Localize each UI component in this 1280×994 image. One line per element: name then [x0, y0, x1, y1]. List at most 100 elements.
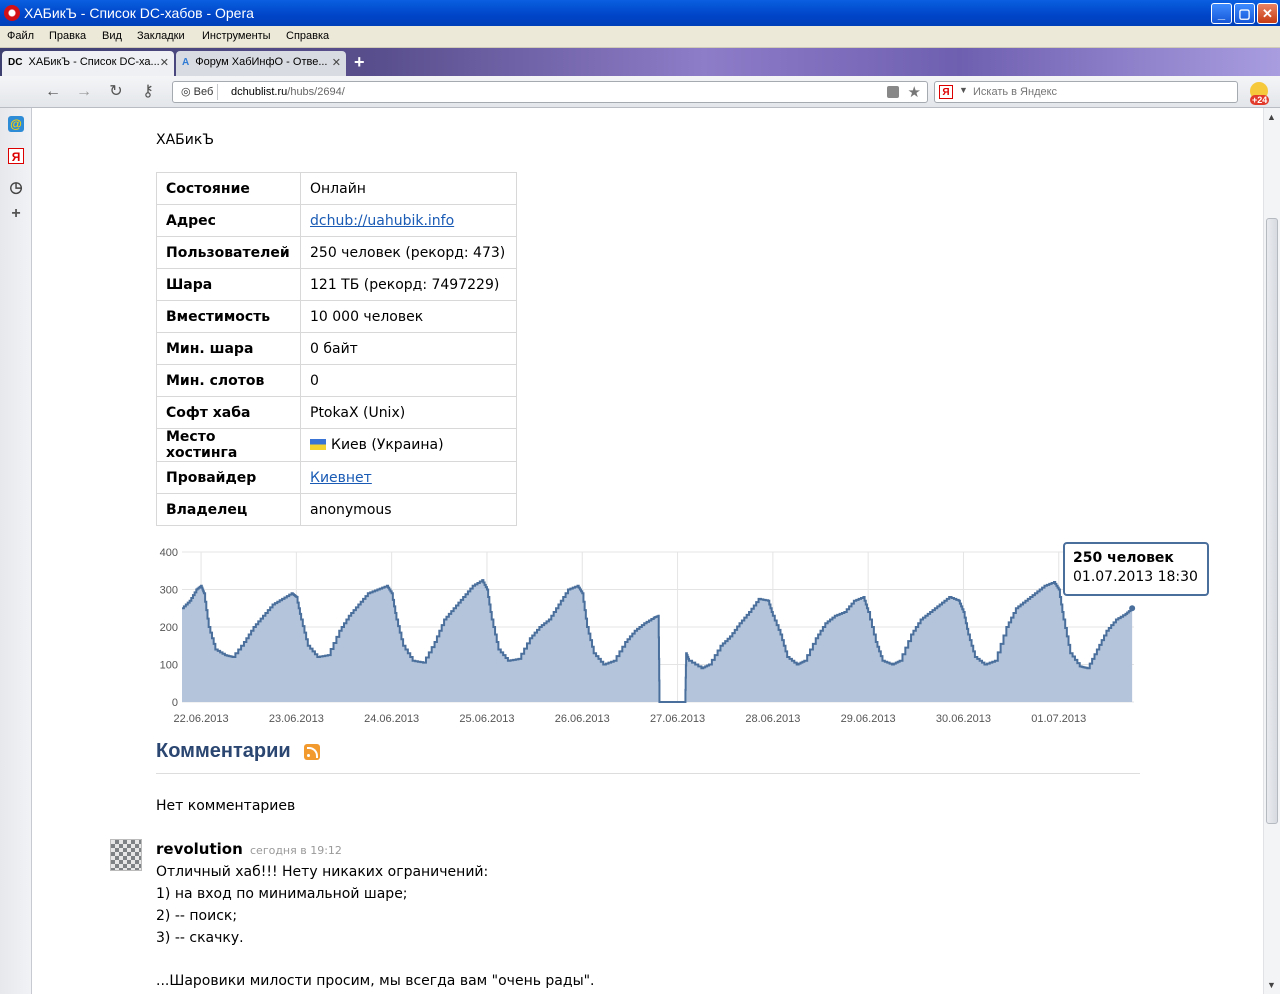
- table-row: Вместимость 10 000 человек: [156, 300, 517, 333]
- comment-line: 1) на вход по минимальной шаре;: [156, 886, 408, 902]
- title-bar: ХАБикЪ - Список DC-хабов - Opera _ ▢ ✕: [0, 0, 1280, 26]
- avatar[interactable]: [110, 839, 142, 871]
- comment-line: ...Шаровики милости просим, мы всегда ва…: [156, 973, 595, 989]
- tab-label: ХАБикЪ - Список DC-ха...: [28, 56, 160, 68]
- close-button[interactable]: ✕: [1257, 3, 1278, 24]
- comment-time: сегодня в 19:12: [250, 844, 342, 857]
- page-content: ХАБикЪ Состояние Онлайн Адрес dchub://uahu…: [33, 108, 1263, 994]
- y-tick-label: 200: [160, 622, 178, 634]
- weather-widget[interactable]: +24: [1248, 80, 1276, 108]
- comment-line: Отличный хаб!!! Нету никаких ограничений…: [156, 864, 489, 880]
- hub-name: ХАБикЪ: [156, 132, 214, 148]
- no-comments-text: Нет комментариев: [156, 798, 296, 814]
- info-value: anonymous: [300, 493, 517, 526]
- y-tick-label: 0: [172, 697, 178, 709]
- url-host: dchublist.ru: [231, 86, 288, 98]
- y-tick-label: 100: [160, 660, 178, 672]
- tab-close-icon[interactable]: ✕: [160, 56, 169, 69]
- table-row: Мин. шара 0 байт: [156, 332, 517, 365]
- table-row: Шара 121 ТБ (рекорд: 7497229): [156, 268, 517, 301]
- hosting-location: Киев (Украина): [331, 437, 444, 453]
- x-tick-label: 22.06.2013: [174, 713, 229, 725]
- comments-heading: Комментарии: [156, 740, 291, 762]
- tab-hubik[interactable]: DC ХАБикЪ - Список DC-ха... ✕: [2, 51, 174, 76]
- info-value: PtokaX (Unix): [300, 396, 517, 429]
- scroll-up-icon[interactable]: ▲: [1267, 112, 1276, 122]
- window-title: ХАБикЪ - Список DC-хабов - Opera: [24, 5, 254, 21]
- weather-temperature: +24: [1250, 95, 1270, 105]
- info-key: Провайдер: [156, 461, 301, 494]
- x-tick-label: 27.06.2013: [650, 713, 705, 725]
- comment-author[interactable]: revolution: [156, 840, 243, 858]
- x-tick-label: 28.06.2013: [745, 713, 800, 725]
- mail-icon[interactable]: @: [8, 116, 24, 132]
- info-key: Пользователей: [156, 236, 301, 269]
- info-value: 121 ТБ (рекорд: 7497229): [300, 268, 517, 301]
- minimize-button[interactable]: _: [1211, 3, 1232, 24]
- tab-forum[interactable]: A Форум ХабИнфО - Отве... ✕: [176, 51, 346, 76]
- menu-file[interactable]: Файл: [7, 30, 34, 42]
- series-area: [182, 580, 1133, 702]
- users-chart[interactable]: 0 100 200 300 400 22.06.2013 23.06.2013 24.06.2…: [146, 542, 1146, 725]
- info-value: 0 байт: [300, 332, 517, 365]
- yandex-panel-icon[interactable]: Я: [8, 148, 24, 164]
- provider-link[interactable]: Киевнет: [310, 470, 372, 486]
- search-input[interactable]: [973, 84, 1233, 100]
- table-row: Владелец anonymous: [156, 493, 517, 526]
- table-row: Софт хаба PtokaX (Unix): [156, 396, 517, 429]
- navigation-bar: ← → ↻ ⚷ ◎ Веб dchublist.ru/hubs/2694/ ★ …: [0, 76, 1280, 108]
- chevron-down-icon[interactable]: ▼: [959, 85, 968, 95]
- globe-icon: ◎: [181, 86, 191, 98]
- tab-bar: DC ХАБикЪ - Список DC-ха... ✕ A Форум Ха…: [0, 48, 1280, 76]
- menu-help[interactable]: Справка: [286, 30, 329, 42]
- comment-line: 3) -- скачку.: [156, 930, 244, 946]
- hub-info-table: Состояние Онлайн Адрес dchub://uahubik.inf…: [156, 172, 517, 526]
- table-row: Мин. слотов 0: [156, 364, 517, 397]
- key-icon[interactable]: ⚷: [137, 82, 159, 102]
- address-bar[interactable]: ◎ Веб dchublist.ru/hubs/2694/ ★: [172, 81, 928, 103]
- forward-arrow-icon[interactable]: →: [73, 82, 95, 102]
- comments-rss-icon[interactable]: [304, 744, 320, 760]
- info-value: 10 000 человек: [300, 300, 517, 333]
- new-tab-button[interactable]: +: [354, 52, 365, 73]
- scrollbar-thumb[interactable]: [1266, 218, 1278, 824]
- table-row: Адрес dchub://uahubik.info: [156, 204, 517, 237]
- ukraine-flag-icon: [310, 439, 326, 450]
- users-chart-svg[interactable]: 0 100 200 300 400 22.06.2013 23.06.2013 24.06.2…: [146, 542, 1146, 725]
- y-tick-label: 300: [160, 585, 178, 597]
- menu-bookmarks[interactable]: Закладки: [137, 30, 185, 42]
- back-arrow-icon[interactable]: ←: [42, 82, 64, 102]
- reload-icon[interactable]: ↻: [105, 82, 127, 102]
- x-tick-label: 26.06.2013: [555, 713, 610, 725]
- search-bar[interactable]: Я ▼: [934, 81, 1238, 103]
- opera-logo-icon: [4, 5, 20, 21]
- yandex-icon[interactable]: Я: [939, 85, 953, 99]
- bookmark-star-icon[interactable]: ★: [908, 83, 921, 101]
- chart-tooltip: 250 человек 01.07.2013 18:30: [1063, 542, 1209, 596]
- scroll-down-icon[interactable]: ▼: [1267, 980, 1276, 990]
- info-value-cell: dchub://uahubik.info: [300, 204, 517, 237]
- add-panel-icon[interactable]: +: [8, 206, 24, 222]
- rss-icon[interactable]: [887, 86, 899, 98]
- info-value-cell: Киев (Украина): [300, 428, 517, 462]
- info-key: Шара: [156, 268, 301, 301]
- info-key: Мин. слотов: [156, 364, 301, 397]
- info-key: Мин. шара: [156, 332, 301, 365]
- menu-tools[interactable]: Инструменты: [202, 30, 271, 42]
- tooltip-title: 250 человек: [1073, 550, 1174, 566]
- tab-close-icon[interactable]: ✕: [332, 56, 341, 69]
- maximize-button[interactable]: ▢: [1234, 3, 1255, 24]
- divider: [156, 773, 1140, 774]
- hub-address-link[interactable]: dchub://uahubik.info: [310, 213, 454, 229]
- info-key: Состояние: [156, 172, 301, 205]
- x-tick-label: 29.06.2013: [841, 713, 896, 725]
- menu-edit[interactable]: Правка: [49, 30, 86, 42]
- info-key: Адрес: [156, 204, 301, 237]
- info-key: Владелец: [156, 493, 301, 526]
- history-icon[interactable]: ◷: [8, 180, 24, 196]
- vertical-scrollbar[interactable]: ▲ ▼: [1263, 108, 1280, 994]
- menu-view[interactable]: Вид: [102, 30, 122, 42]
- comment-line: 2) -- поиск;: [156, 908, 238, 924]
- url-text[interactable]: dchublist.ru/hubs/2694/: [231, 86, 345, 98]
- web-badge[interactable]: ◎ Веб: [177, 84, 219, 100]
